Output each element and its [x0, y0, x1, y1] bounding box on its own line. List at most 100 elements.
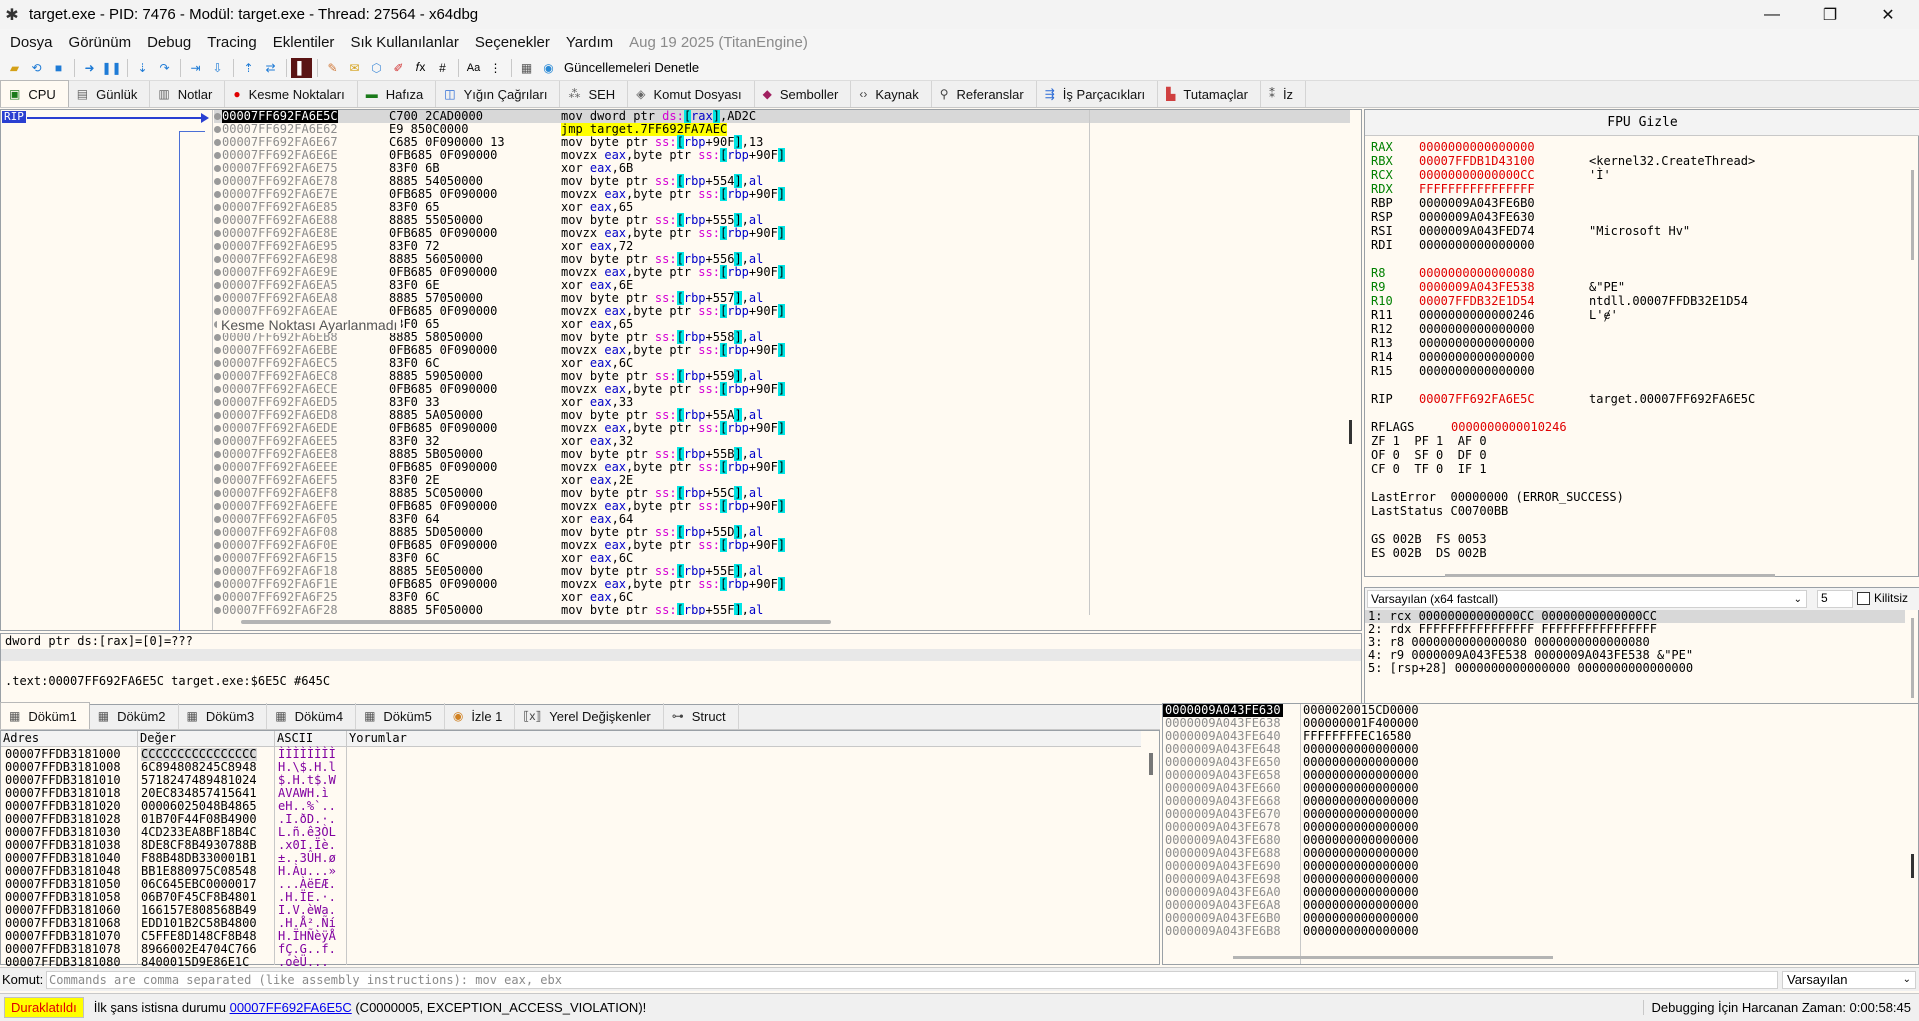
register-row[interactable]: RDX FFFFFFFFFFFFFFFF	[1371, 182, 1589, 196]
stack-panel[interactable]: 0000009A043FE630 0000020015CD0000 0000009A…	[1162, 703, 1919, 965]
breakpoint-dot[interactable]	[214, 477, 221, 484]
dump-tab[interactable]: ⊶ Struct	[664, 703, 739, 729]
tab-semboller[interactable]: ◆ Semboller	[755, 81, 852, 107]
register-row[interactable]: R8 0000000000000080	[1371, 266, 1589, 280]
open-icon[interactable]: ▰	[4, 58, 25, 78]
disasm-row[interactable]: 00007FF692FA6EF5 83F0 2E xor eax,2E	[214, 474, 1350, 487]
register-value[interactable]: 0000000000000246	[1419, 308, 1589, 322]
menu-secenekler[interactable]: Seçenekler	[467, 34, 558, 51]
register-value[interactable]: 0000000000000080	[1419, 266, 1589, 280]
breakpoint-dot[interactable]	[214, 230, 221, 237]
register-row[interactable]: R9 0000009A043FE538 &"PE"	[1371, 280, 1625, 294]
strings-icon[interactable]: ⋮	[485, 58, 506, 78]
check-updates-button[interactable]: Güncellemeleri Denetle	[564, 60, 699, 75]
breakpoint-dot[interactable]	[214, 425, 221, 432]
breakpoint-dot[interactable]	[214, 529, 221, 536]
menu-dosya[interactable]: Dosya	[2, 34, 61, 51]
breakpoint-dot[interactable]	[214, 269, 221, 276]
breakpoint-dot[interactable]	[214, 295, 221, 302]
register-row[interactable]: R13 0000000000000000	[1371, 336, 1589, 350]
disasm-row[interactable]: 00007FF692FA6E95 83F0 72 xor eax,72	[214, 240, 1350, 253]
tab-komut-dosyasi[interactable]: ◈ Komut Dosyası	[628, 81, 755, 107]
breakpoint-dot[interactable]	[214, 594, 221, 601]
dump-tab[interactable]: ◉ İzle 1	[445, 703, 516, 729]
disasm-row[interactable]: 00007FF692FA6E6E 0FB685 0F090000 movzx eax…	[214, 148, 1350, 162]
register-row[interactable]: RBP 0000009A043FE6B0	[1371, 196, 1589, 210]
flags-row[interactable]: ZF 1 PF 1 AF 0	[1371, 434, 1487, 448]
tab-seh[interactable]: ⁂ SEH	[560, 81, 629, 107]
tab-notlar[interactable]: ▥ Notlar	[150, 81, 226, 107]
disasm-row[interactable]: 00007FF692FA6ED5 83F0 33 xor eax,33	[214, 396, 1350, 409]
breakpoint-dot[interactable]	[214, 438, 221, 445]
breakpoint-dot[interactable]	[214, 399, 221, 406]
register-row[interactable]: RCX 00000000000000CC 'Ì'	[1371, 168, 1611, 182]
disasm-row[interactable]: 00007FF692FA6E8E 0FB685 0F090000 movzx eax…	[214, 226, 1350, 240]
maximize-button[interactable]: ❐	[1807, 0, 1853, 29]
disasm-row[interactable]: 00007FF692FA6EEE 0FB685 0F090000 movzx eax…	[214, 460, 1350, 474]
close-button[interactable]: ✕	[1865, 0, 1911, 29]
vertical-scrollbar[interactable]	[1349, 420, 1352, 444]
disasm-row[interactable]: 00007FF692FA6EC5 83F0 6C xor eax,6C	[214, 357, 1350, 370]
register-row[interactable]: RIP 00007FF692FA6E5C target.00007FF692FA6E…	[1371, 392, 1755, 406]
register-value[interactable]: 0000000000000000	[1419, 140, 1589, 154]
stack-row[interactable]: 0000009A043FE6B8 0000000000000000	[1163, 925, 1918, 938]
dump-tab[interactable]: ▦ Döküm2	[90, 703, 179, 729]
font-icon[interactable]: Aa	[463, 58, 484, 78]
command-mode-select[interactable]: Varsayılan ⌄	[1782, 971, 1916, 989]
breakpoint-dot[interactable]	[214, 282, 221, 289]
tab-hafiza[interactable]: ▬ Hafıza	[358, 81, 437, 107]
register-value[interactable]: FFFFFFFFFFFFFFFF	[1419, 182, 1589, 196]
dump-tab[interactable]: ▦ Döküm5	[356, 703, 445, 729]
register-row[interactable]: R10 00007FFDB32E1D54 ntdll.00007FFDB32E1D5…	[1371, 294, 1748, 308]
register-row[interactable]: R14 0000000000000000	[1371, 350, 1589, 364]
register-value[interactable]: 0000000000000000	[1419, 336, 1589, 350]
disasm-row[interactable]: 00007FF692FA6F25 83F0 6C xor eax,6C	[214, 591, 1350, 604]
register-value[interactable]: 00000000000000CC	[1419, 168, 1589, 182]
registers-panel[interactable]: FPU Gizle RAX 0000000000000000 RBX 00007FFD…	[1364, 109, 1919, 577]
disassembly-list[interactable]: 00007FF692FA6E5C C700 2CAD0000 mov dword p…	[214, 110, 1350, 615]
trace-into-icon[interactable]: ⇥	[185, 58, 206, 78]
disasm-row[interactable]: 00007FF692FA6F28 8885 5F050000 mov byte pt…	[214, 603, 1350, 615]
disasm-row[interactable]: 00007FF692FA6E62 E9 850C0000 jmp target.7F…	[214, 123, 1350, 136]
flags-row[interactable]: OF 0 SF 0 DF 0	[1371, 448, 1487, 462]
labels-icon[interactable]: ⬡	[366, 58, 387, 78]
comments-icon[interactable]: ✉	[344, 58, 365, 78]
lock-checkbox[interactable]: Kilitsiz	[1857, 591, 1908, 605]
menu-debug[interactable]: Debug	[139, 34, 199, 51]
argument-row[interactable]: 5: [rsp+28] 0000000000000000 00000000000…	[1365, 662, 1905, 675]
step-over-icon[interactable]: ↷	[154, 58, 175, 78]
dump-tab[interactable]: ▦ Döküm4	[267, 703, 357, 729]
register-scrollbar[interactable]	[1911, 170, 1914, 260]
tab-kesme-noktalari[interactable]: ● Kesme Noktaları	[225, 81, 358, 107]
disasm-row[interactable]: 00007FF692FA6EFE 0FB685 0F090000 movzx eax…	[214, 499, 1350, 513]
hide-fpu-button[interactable]: FPU Gizle	[1365, 110, 1919, 136]
breakpoint-dot[interactable]	[214, 451, 221, 458]
stack-rows[interactable]: 0000009A043FE630 0000020015CD0000 0000009A…	[1163, 704, 1918, 938]
arguments-scrollbar[interactable]	[1911, 618, 1914, 698]
menu-tracing[interactable]: Tracing	[199, 34, 264, 51]
menu-gorunum[interactable]: Görünüm	[61, 34, 140, 51]
breakpoint-dot[interactable]	[214, 191, 221, 198]
breakpoint-dot[interactable]	[214, 386, 221, 393]
dump-scrollbar[interactable]	[1149, 753, 1153, 775]
calculator-icon[interactable]: ▦	[516, 58, 537, 78]
command-input[interactable]: Commands are comma separated (like assem…	[46, 971, 1778, 989]
breakpoint-dot[interactable]	[214, 542, 221, 549]
disassembly-panel[interactable]: RIP 00007FF692FA6E5C C700 2CAD0000 mov dwo…	[0, 109, 1362, 631]
register-row[interactable]: RDI 0000000000000000	[1371, 238, 1589, 252]
breakpoint-dot[interactable]	[214, 373, 221, 380]
disasm-row[interactable]: 00007FF692FA6F15 83F0 6C xor eax,6C	[214, 552, 1350, 565]
breakpoint-dot[interactable]	[214, 204, 221, 211]
register-value[interactable]: 0000000000000000	[1419, 238, 1589, 252]
breakpoint-dot[interactable]	[214, 217, 221, 224]
register-value[interactable]: 00007FFDB32E1D54	[1419, 294, 1589, 308]
register-row[interactable]: R12 0000000000000000	[1371, 322, 1589, 336]
breakpoint-dot[interactable]	[214, 152, 221, 159]
breakpoint-dot[interactable]	[214, 139, 221, 146]
breakpoint-dot[interactable]	[214, 464, 221, 471]
pause-icon[interactable]: ❚❚	[101, 58, 122, 78]
tab-yigin-cagrilari[interactable]: ◫ Yığın Çağrıları	[436, 81, 561, 107]
flags-row[interactable]: CF 0 TF 0 IF 1	[1371, 462, 1487, 476]
calling-convention-select[interactable]: Varsayılan (x64 fastcall) ⌄	[1367, 590, 1807, 608]
rflags-value[interactable]: 0000000000010246	[1451, 420, 1567, 434]
